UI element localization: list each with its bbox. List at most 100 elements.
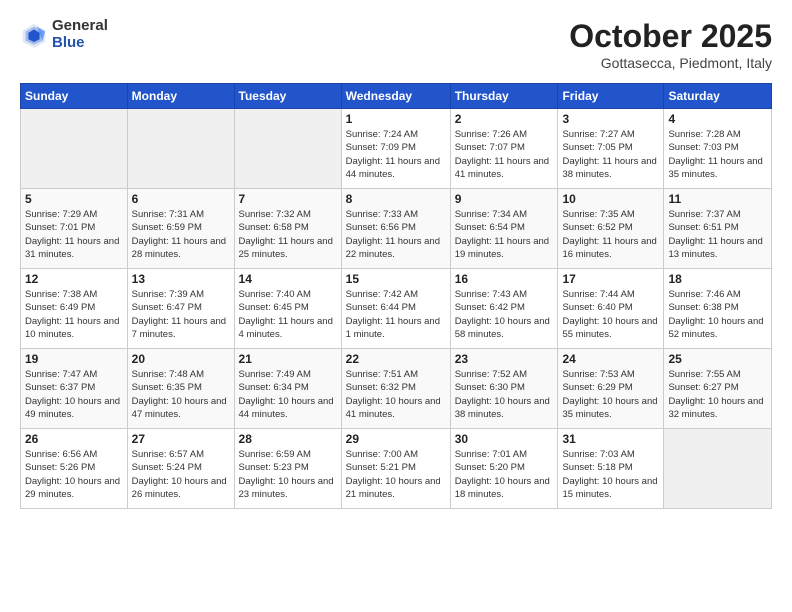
calendar-header: Sunday Monday Tuesday Wednesday Thursday…: [21, 84, 772, 109]
day-number: 1: [346, 112, 446, 126]
calendar-cell: 14Sunrise: 7:40 AM Sunset: 6:45 PM Dayli…: [234, 269, 341, 349]
day-number: 9: [455, 192, 554, 206]
calendar-cell: 24Sunrise: 7:53 AM Sunset: 6:29 PM Dayli…: [558, 349, 664, 429]
day-info: Sunrise: 7:37 AM Sunset: 6:51 PM Dayligh…: [668, 208, 767, 261]
calendar-cell: 25 Sunrise: 7:55 AM Sunset: 6:27 PM Dayli…: [664, 349, 772, 429]
calendar-cell: 15Sunrise: 7:42 AM Sunset: 6:44 PM Dayli…: [341, 269, 450, 349]
th-wednesday: Wednesday: [341, 84, 450, 109]
day-info: Sunrise: 7:03 AM Sunset: 5:18 PM Dayligh…: [562, 448, 659, 501]
calendar-cell: 20 Sunrise: 7:48 AM Sunset: 6:35 PM Dayli…: [127, 349, 234, 429]
day-info: Sunrise: 7:55 AM Sunset: 6:27 PM Dayligh…: [668, 368, 767, 421]
th-saturday: Saturday: [664, 84, 772, 109]
day-info: Sunrise: 7:43 AM Sunset: 6:42 PM Dayligh…: [455, 288, 554, 341]
day-info: Sunrise: 6:56 AM Sunset: 5:26 PM Dayligh…: [25, 448, 123, 501]
logo-text: General Blue: [52, 18, 108, 51]
calendar-cell: 30 Sunrise: 7:01 AM Sunset: 5:20 PM Dayli…: [450, 429, 558, 509]
day-info: Sunrise: 7:27 AM Sunset: 7:05 PM Dayligh…: [562, 128, 659, 181]
calendar-cell: 7 Sunrise: 7:32 AM Sunset: 6:58 PM Daylig…: [234, 189, 341, 269]
calendar-cell: 4Sunrise: 7:28 AM Sunset: 7:03 PM Daylig…: [664, 109, 772, 189]
calendar-week-1: 5 Sunrise: 7:29 AM Sunset: 7:01 PM Daylig…: [21, 189, 772, 269]
day-info: Sunrise: 7:24 AM Sunset: 7:09 PM Dayligh…: [346, 128, 446, 181]
calendar-cell: 2 Sunrise: 7:26 AM Sunset: 7:07 PM Daylig…: [450, 109, 558, 189]
calendar-cell: 21Sunrise: 7:49 AM Sunset: 6:34 PM Dayli…: [234, 349, 341, 429]
day-info: Sunrise: 7:48 AM Sunset: 6:35 PM Dayligh…: [132, 368, 230, 421]
day-info: Sunrise: 7:46 AM Sunset: 6:38 PM Dayligh…: [668, 288, 767, 341]
location: Gottasecca, Piedmont, Italy: [569, 55, 772, 71]
calendar-cell: 23Sunrise: 7:52 AM Sunset: 6:30 PM Dayli…: [450, 349, 558, 429]
day-info: Sunrise: 7:47 AM Sunset: 6:37 PM Dayligh…: [25, 368, 123, 421]
calendar-cell: [21, 109, 128, 189]
page: General Blue October 2025 Gottasecca, Pi…: [0, 0, 792, 612]
calendar-cell: 5 Sunrise: 7:29 AM Sunset: 7:01 PM Daylig…: [21, 189, 128, 269]
day-info: Sunrise: 7:33 AM Sunset: 6:56 PM Dayligh…: [346, 208, 446, 261]
day-number: 5: [25, 192, 123, 206]
calendar-cell: 6 Sunrise: 7:31 AM Sunset: 6:59 PM Daylig…: [127, 189, 234, 269]
calendar-cell: 1 Sunrise: 7:24 AM Sunset: 7:09 PM Daylig…: [341, 109, 450, 189]
day-number: 22: [346, 352, 446, 366]
th-friday: Friday: [558, 84, 664, 109]
day-info: Sunrise: 7:31 AM Sunset: 6:59 PM Dayligh…: [132, 208, 230, 261]
day-number: 16: [455, 272, 554, 286]
day-number: 30: [455, 432, 554, 446]
day-number: 19: [25, 352, 123, 366]
calendar-cell: [234, 109, 341, 189]
calendar-cell: 28 Sunrise: 6:59 AM Sunset: 5:23 PM Dayli…: [234, 429, 341, 509]
calendar-cell: 12Sunrise: 7:38 AM Sunset: 6:49 PM Dayli…: [21, 269, 128, 349]
calendar-cell: 13Sunrise: 7:39 AM Sunset: 6:47 PM Dayli…: [127, 269, 234, 349]
day-info: Sunrise: 6:57 AM Sunset: 5:24 PM Dayligh…: [132, 448, 230, 501]
day-number: 28: [239, 432, 337, 446]
day-number: 6: [132, 192, 230, 206]
day-info: Sunrise: 7:49 AM Sunset: 6:34 PM Dayligh…: [239, 368, 337, 421]
calendar-cell: 9Sunrise: 7:34 AM Sunset: 6:54 PM Daylig…: [450, 189, 558, 269]
day-info: Sunrise: 7:39 AM Sunset: 6:47 PM Dayligh…: [132, 288, 230, 341]
calendar-cell: 11 Sunrise: 7:37 AM Sunset: 6:51 PM Dayli…: [664, 189, 772, 269]
th-thursday: Thursday: [450, 84, 558, 109]
day-number: 20: [132, 352, 230, 366]
day-info: Sunrise: 7:01 AM Sunset: 5:20 PM Dayligh…: [455, 448, 554, 501]
logo-blue: Blue: [52, 35, 108, 52]
calendar-cell: 31Sunrise: 7:03 AM Sunset: 5:18 PM Dayli…: [558, 429, 664, 509]
day-info: Sunrise: 7:40 AM Sunset: 6:45 PM Dayligh…: [239, 288, 337, 341]
calendar-cell: 19 Sunrise: 7:47 AM Sunset: 6:37 PM Dayli…: [21, 349, 128, 429]
calendar-cell: 10Sunrise: 7:35 AM Sunset: 6:52 PM Dayli…: [558, 189, 664, 269]
day-info: Sunrise: 7:26 AM Sunset: 7:07 PM Dayligh…: [455, 128, 554, 181]
calendar-cell: 16 Sunrise: 7:43 AM Sunset: 6:42 PM Dayli…: [450, 269, 558, 349]
day-number: 12: [25, 272, 123, 286]
calendar-cell: 26 Sunrise: 6:56 AM Sunset: 5:26 PM Dayli…: [21, 429, 128, 509]
day-info: Sunrise: 7:32 AM Sunset: 6:58 PM Dayligh…: [239, 208, 337, 261]
logo-general: General: [52, 18, 108, 35]
day-info: Sunrise: 7:29 AM Sunset: 7:01 PM Dayligh…: [25, 208, 123, 261]
day-number: 26: [25, 432, 123, 446]
calendar-cell: 22 Sunrise: 7:51 AM Sunset: 6:32 PM Dayli…: [341, 349, 450, 429]
day-info: Sunrise: 7:44 AM Sunset: 6:40 PM Dayligh…: [562, 288, 659, 341]
logo-icon: [20, 21, 48, 49]
month-title: October 2025: [569, 18, 772, 55]
calendar-week-2: 12Sunrise: 7:38 AM Sunset: 6:49 PM Dayli…: [21, 269, 772, 349]
day-info: Sunrise: 7:53 AM Sunset: 6:29 PM Dayligh…: [562, 368, 659, 421]
day-info: Sunrise: 7:51 AM Sunset: 6:32 PM Dayligh…: [346, 368, 446, 421]
day-number: 10: [562, 192, 659, 206]
header: General Blue October 2025 Gottasecca, Pi…: [20, 18, 772, 71]
day-info: Sunrise: 6:59 AM Sunset: 5:23 PM Dayligh…: [239, 448, 337, 501]
calendar-week-3: 19 Sunrise: 7:47 AM Sunset: 6:37 PM Dayli…: [21, 349, 772, 429]
day-number: 18: [668, 272, 767, 286]
calendar-cell: 29Sunrise: 7:00 AM Sunset: 5:21 PM Dayli…: [341, 429, 450, 509]
day-number: 7: [239, 192, 337, 206]
day-number: 3: [562, 112, 659, 126]
calendar-body: 1 Sunrise: 7:24 AM Sunset: 7:09 PM Daylig…: [21, 109, 772, 509]
day-number: 4: [668, 112, 767, 126]
day-number: 29: [346, 432, 446, 446]
day-number: 25: [668, 352, 767, 366]
calendar-cell: 8Sunrise: 7:33 AM Sunset: 6:56 PM Daylig…: [341, 189, 450, 269]
calendar-week-0: 1 Sunrise: 7:24 AM Sunset: 7:09 PM Daylig…: [21, 109, 772, 189]
calendar: Sunday Monday Tuesday Wednesday Thursday…: [20, 83, 772, 509]
calendar-cell: [664, 429, 772, 509]
calendar-week-4: 26 Sunrise: 6:56 AM Sunset: 5:26 PM Dayli…: [21, 429, 772, 509]
day-info: Sunrise: 7:52 AM Sunset: 6:30 PM Dayligh…: [455, 368, 554, 421]
th-monday: Monday: [127, 84, 234, 109]
day-info: Sunrise: 7:42 AM Sunset: 6:44 PM Dayligh…: [346, 288, 446, 341]
th-tuesday: Tuesday: [234, 84, 341, 109]
calendar-cell: 27Sunrise: 6:57 AM Sunset: 5:24 PM Dayli…: [127, 429, 234, 509]
day-number: 2: [455, 112, 554, 126]
day-number: 11: [668, 192, 767, 206]
